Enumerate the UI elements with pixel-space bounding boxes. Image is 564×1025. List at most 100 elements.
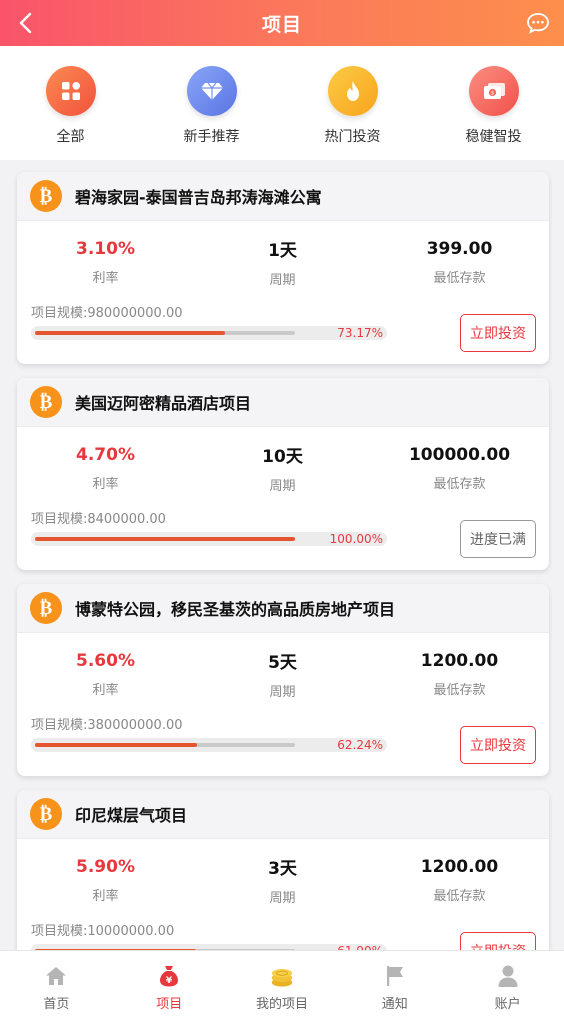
min-deposit-value: 399.00: [426, 238, 493, 259]
project-stats: 4.70% 利率 10天周期 100000.00 最低存款: [17, 427, 549, 503]
stat-min-deposit: 1200.00 最低存款: [371, 639, 548, 709]
project-scale: 项目规模:980000000.00: [31, 306, 183, 321]
rate-value: 3.10%: [76, 238, 135, 259]
min-deposit-label: 最低存款: [433, 476, 486, 492]
project-stats: 3.10% 利率 1天 周期 399.00 最低存款: [17, 221, 549, 297]
min-deposit-value: 100000.00: [408, 444, 511, 465]
stat-period: 1天 周期: [194, 227, 371, 297]
category-row: 全部 新手推荐 热门投资 $ 稳健智投: [0, 46, 564, 160]
stat-period: 3天周期: [194, 845, 371, 915]
rate-label: 利率: [92, 682, 119, 698]
project-card[interactable]: ₿ 博蒙特公园，移民圣基茨的高品质房地产项目 5.60% 利率 5天周期 1200…: [17, 584, 549, 776]
stat-min-deposit: 399.00 最低存款: [371, 227, 548, 297]
category-label: 全部: [56, 129, 85, 145]
flag-icon: [382, 963, 408, 989]
stat-min-deposit: 100000.00 最低存款: [371, 433, 548, 503]
min-deposit-value: 1200.00: [420, 856, 499, 877]
period-value: 10天: [262, 447, 303, 467]
tab-notifications[interactable]: 通知: [338, 951, 451, 1025]
project-title: 碧海家园-泰国普吉岛邦涛海滩公寓: [75, 188, 322, 207]
period-value: 3天: [268, 859, 297, 879]
project-stats: 5.90% 利率 3天周期 1200.00 最低存款: [17, 839, 549, 915]
project-stats: 5.60% 利率 5天周期 1200.00 最低存款: [17, 633, 549, 709]
bitcoin-icon: ₿: [30, 592, 62, 624]
period-label: 周期: [269, 891, 296, 906]
project-card-header: ₿ 博蒙特公园，移民圣基茨的高品质房地产项目: [17, 584, 549, 633]
project-scale: 项目规模:8400000.00: [31, 512, 166, 527]
stat-period: 10天周期: [194, 433, 371, 503]
stat-rate: 3.10% 利率: [17, 227, 194, 297]
period-value: 5天: [268, 653, 297, 673]
rate-value: 5.90%: [76, 856, 135, 877]
project-card[interactable]: ₿ 美国迈阿密精品酒店项目 4.70% 利率 10天周期 100000.00 最低存…: [17, 378, 549, 570]
category-label: 新手推荐: [183, 129, 240, 145]
progress-bar: 100.00%: [31, 532, 387, 546]
tab-label: 通知: [381, 997, 408, 1012]
tab-home[interactable]: 首页: [0, 951, 113, 1025]
progress-fill: [35, 537, 295, 541]
project-card-header: ₿ 碧海家园-泰国普吉岛邦涛海滩公寓: [17, 172, 549, 221]
category-steady[interactable]: $ 稳健智投: [439, 46, 549, 146]
money-icon: $: [468, 66, 519, 116]
tab-my-projects[interactable]: 我的项目: [226, 951, 339, 1025]
project-card[interactable]: ₿ 碧海家园-泰国普吉岛邦涛海滩公寓 3.10% 利率 1天 周期 399.00 最低…: [17, 172, 549, 364]
invest-button[interactable]: 立即投资: [460, 726, 536, 764]
category-label: 稳健智投: [465, 129, 522, 145]
period-label: 周期: [269, 479, 296, 494]
flame-icon: [327, 66, 378, 116]
coins-icon: [269, 963, 295, 989]
project-title: 美国迈阿密精品酒店项目: [75, 394, 252, 413]
top-header: 项目: [0, 0, 564, 46]
back-button[interactable]: [10, 8, 40, 38]
tab-label: 首页: [43, 997, 70, 1012]
category-all[interactable]: 全部: [16, 46, 126, 146]
min-deposit-label: 最低存款: [433, 682, 486, 698]
category-newbie[interactable]: 新手推荐: [157, 46, 267, 146]
svg-text:¥: ¥: [166, 976, 173, 986]
tab-account[interactable]: 账户: [451, 951, 564, 1025]
min-deposit-value: 1200.00: [420, 650, 499, 671]
rate-label: 利率: [92, 270, 119, 286]
tab-projects[interactable]: ¥ 项目: [113, 951, 226, 1025]
min-deposit-label: 最低存款: [433, 888, 486, 904]
invest-button[interactable]: 立即投资: [460, 314, 536, 352]
stat-rate: 5.60% 利率: [17, 639, 194, 709]
rate-label: 利率: [92, 888, 119, 904]
user-icon: [495, 963, 521, 989]
min-deposit-label: 最低存款: [433, 270, 486, 286]
bottom-tab-bar: 首页 ¥ 项目 我的项目 通知 账户: [0, 950, 564, 1025]
diamond-icon: [186, 66, 237, 116]
stat-rate: 4.70% 利率: [17, 433, 194, 503]
message-button[interactable]: [524, 9, 552, 37]
project-scale: 项目规模:380000000.00: [31, 718, 183, 733]
chevron-left-icon: [19, 12, 32, 34]
bitcoin-icon: ₿: [30, 180, 62, 212]
project-card-header: ₿ 美国迈阿密精品酒店项目: [17, 378, 549, 427]
grid-icon: [45, 66, 96, 116]
progress-fill: [35, 331, 226, 335]
progress-percent: 100.00%: [329, 532, 383, 546]
rate-label: 利率: [92, 476, 119, 492]
category-label: 热门投资: [324, 129, 381, 145]
bitcoin-icon: ₿: [30, 798, 62, 830]
progress-percent: 73.17%: [337, 326, 383, 340]
project-title: 印尼煤层气项目: [75, 806, 188, 825]
period-label: 周期: [269, 685, 296, 700]
progress-fill: [35, 743, 197, 747]
svg-text:$: $: [490, 91, 494, 97]
tab-label: 账户: [494, 997, 521, 1012]
page-title: 项目: [261, 13, 302, 36]
rate-value: 5.60%: [76, 650, 135, 671]
money-bag-icon: ¥: [156, 963, 182, 989]
chat-icon: [527, 13, 549, 34]
progress-bar: 73.17%: [31, 326, 387, 340]
category-hot[interactable]: 热门投资: [298, 46, 408, 146]
tab-label: 项目: [156, 997, 183, 1012]
stat-rate: 5.90% 利率: [17, 845, 194, 915]
progress-track: [35, 537, 295, 541]
progress-percent: 62.24%: [337, 738, 383, 752]
stat-period: 5天周期: [194, 639, 371, 709]
full-status-button[interactable]: 进度已满: [460, 520, 536, 558]
period-value: 1天: [268, 241, 297, 261]
project-title: 博蒙特公园，移民圣基茨的高品质房地产项目: [75, 600, 396, 619]
